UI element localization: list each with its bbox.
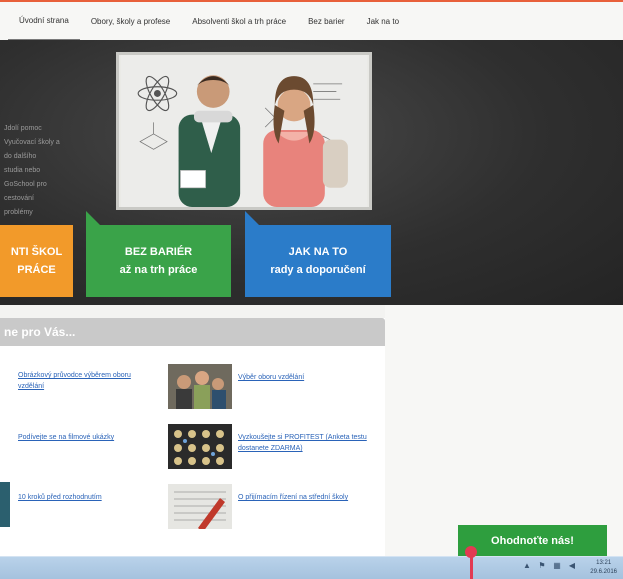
recommendations-panel: ne pro Vás... Obrázkový průvodce výběrem… (0, 318, 385, 556)
hero-text-line: do dalšího (4, 153, 37, 160)
thumb-students-photo[interactable] (168, 364, 232, 409)
tile-graduates-subtitle: PRÁCE (17, 264, 56, 276)
tile-notch (86, 211, 100, 225)
link-profitest[interactable]: Vyzkoušejte si PROFITEST (Anketa testu d… (238, 432, 370, 454)
link-field-selection[interactable]: Výběr oboru vzdělání (238, 372, 358, 383)
hero-side-text: Jdolí pomoc Vyučovací školy a do dalšího… (4, 122, 66, 220)
arrow-up-icon[interactable]: ▲ (522, 561, 532, 571)
students-photo-thumbnail (168, 364, 232, 409)
network-icon[interactable]: ▦ (552, 561, 562, 571)
hero-text-line: Jdolí pomoc (4, 125, 42, 132)
thumb-profitest[interactable] (168, 424, 232, 469)
nav-item-graduates[interactable]: Absolventi škol a trh práce (181, 1, 297, 41)
taskbar-clock[interactable]: 13:21 29.6.2016 (590, 559, 617, 577)
right-blank-area (385, 305, 623, 556)
pointer-marker-dot (465, 546, 477, 558)
link-film-samples[interactable]: Podívejte se na filmové ukázky (18, 432, 146, 443)
tile-without-barriers-title: BEZ BARIÉR (124, 246, 193, 258)
link-admission[interactable]: O přijímacím řízení na střední školy (238, 492, 373, 503)
hero-text-line: Vyučovací školy a (4, 139, 60, 146)
tile-without-barriers[interactable]: BEZ BARIÉR až na trh práce (86, 211, 231, 297)
panel-header: ne pro Vás... (0, 318, 385, 346)
students-whiteboard-illustration (120, 55, 368, 207)
hero-banner: Jdolí pomoc Vyučovací školy a do dalšího… (0, 40, 623, 305)
tile-notch (245, 211, 259, 225)
hero-photo-students (116, 52, 372, 210)
tile-graduates-title: NTI ŠKOL (10, 246, 63, 258)
browser-page: Úvodní strana Obory, školy a profese Abs… (0, 0, 623, 579)
tile-how-to-subtitle: rady a doporučení (270, 264, 366, 276)
tile-how-to[interactable]: JAK NA TO rady a doporučení (245, 211, 391, 297)
ten-steps-thumbnail (0, 482, 10, 527)
pointer-marker-line (470, 556, 473, 579)
flag-icon[interactable]: ⚑ (537, 561, 547, 571)
nav-item-fields-schools[interactable]: Obory, školy a profese (80, 1, 181, 41)
hero-text-line: studia nebo (4, 167, 41, 174)
tile-graduates[interactable]: NTI ŠKOL PRÁCE (0, 225, 73, 297)
nav-item-how-to[interactable]: Jak na to (356, 1, 410, 41)
hero-text-line: GoSchool pro (4, 181, 47, 188)
thumb-admission-form[interactable] (168, 484, 232, 529)
nav-item-without-barriers[interactable]: Bez barier (297, 1, 355, 41)
hero-text-line: problémy (4, 209, 33, 216)
clock-time: 13:21 (596, 560, 612, 566)
tile-without-barriers-subtitle: až na trh práce (119, 264, 198, 276)
link-field-guide[interactable]: Obrázkový průvodce výběrem oboru vzdělán… (18, 370, 146, 392)
link-ten-steps[interactable]: 10 kroků před rozhodnutím (18, 492, 146, 503)
rate-us-button[interactable]: Ohodnoťte nás! (458, 525, 607, 556)
thumb-ten-steps[interactable] (0, 482, 10, 527)
admission-form-thumbnail (168, 484, 232, 529)
profitest-icons-thumbnail (168, 424, 232, 469)
hero-text-line: cestování (4, 195, 34, 202)
system-tray: ▲ ⚑ ▦ ◀ (522, 561, 577, 571)
windows-taskbar: ▲ ⚑ ▦ ◀ 13:21 29.6.2016 (0, 556, 623, 579)
clock-date: 29.6.2016 (590, 569, 617, 575)
nav-item-home[interactable]: Úvodní strana (8, 1, 80, 41)
volume-icon[interactable]: ◀ (567, 561, 577, 571)
tile-how-to-title: JAK NA TO (288, 246, 348, 258)
top-navigation: Úvodní strana Obory, školy a profese Abs… (0, 0, 623, 41)
